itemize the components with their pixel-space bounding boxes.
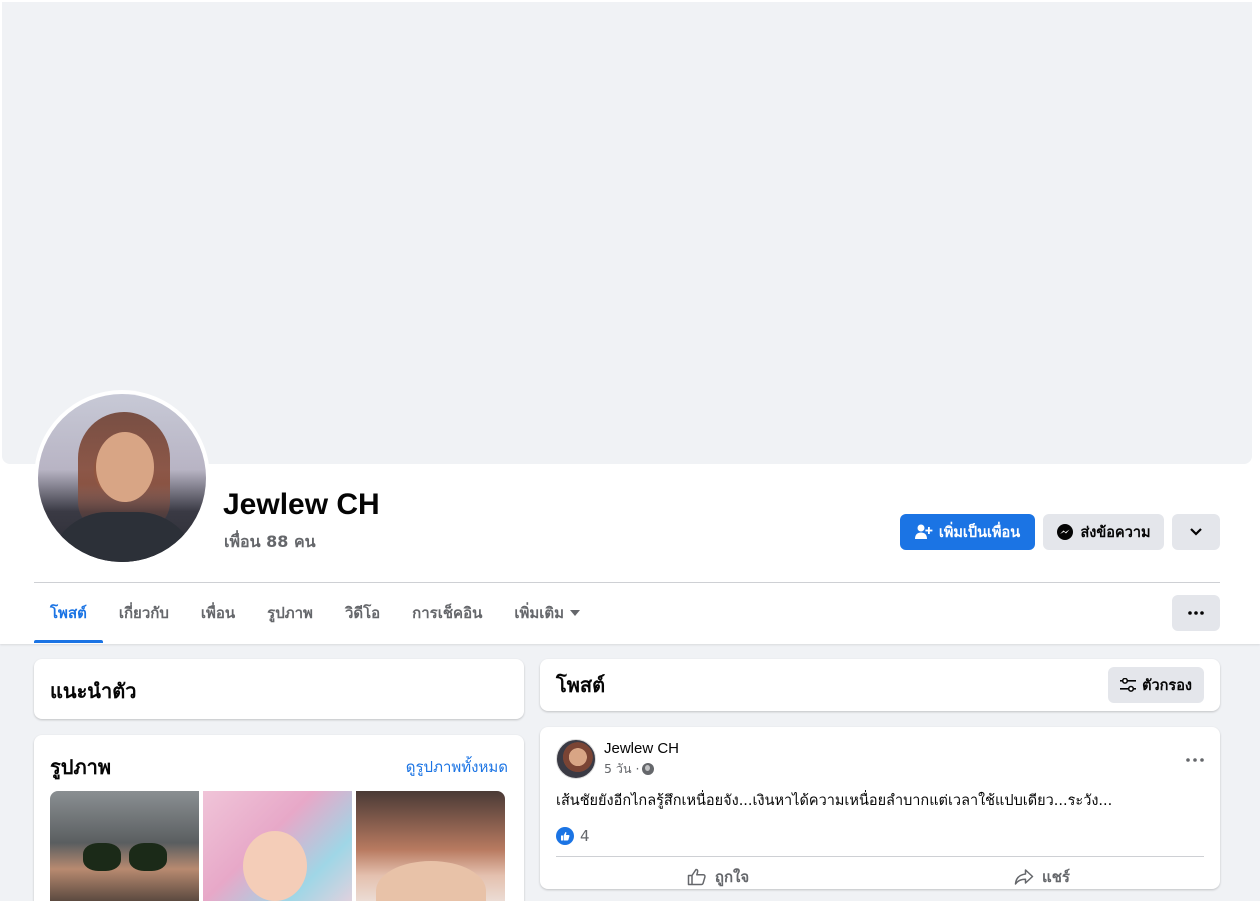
intro-card: แนะนำตัว bbox=[34, 659, 524, 719]
reaction-count: 4 bbox=[580, 827, 590, 845]
see-all-photos-link[interactable]: ดูรูปภาพทั้งหมด bbox=[406, 755, 508, 779]
more-dots-icon bbox=[1188, 611, 1204, 615]
filter-icon bbox=[1120, 678, 1137, 692]
post-reactions[interactable]: 4 bbox=[556, 826, 1204, 846]
message-button[interactable]: ส่งข้อความ bbox=[1043, 514, 1164, 550]
tab-posts[interactable]: โพสต์ bbox=[34, 583, 103, 643]
like-button[interactable]: ถูกใจ bbox=[556, 857, 880, 897]
tab-checkins[interactable]: การเช็คอิน bbox=[396, 583, 498, 643]
photo-thumbnail[interactable] bbox=[50, 791, 199, 901]
messenger-icon bbox=[1057, 524, 1074, 540]
add-friend-label: เพิ่มเป็นเพื่อน bbox=[938, 524, 1021, 541]
post-options-button[interactable] bbox=[1186, 745, 1204, 765]
posts-title: โพสต์ bbox=[556, 673, 606, 697]
message-label: ส่งข้อความ bbox=[1080, 524, 1151, 541]
photos-card: รูปภาพ ดูรูปภาพทั้งหมด bbox=[34, 735, 524, 901]
like-label: ถูกใจ bbox=[714, 868, 750, 886]
profile-avatar[interactable] bbox=[34, 390, 210, 566]
profile-name: Jewlew CH bbox=[223, 488, 380, 521]
post-author-name[interactable]: Jewlew CH bbox=[604, 740, 679, 757]
photos-title: รูปภาพ bbox=[50, 755, 112, 779]
post-timestamp[interactable]: 5 วัน · bbox=[604, 759, 639, 779]
more-dots-icon bbox=[1186, 758, 1204, 762]
share-icon bbox=[1014, 869, 1034, 885]
post-card: Jewlew CH 5 วัน · เส้นชัยยังอีกไกลรู้สึก… bbox=[540, 727, 1220, 889]
add-friend-icon bbox=[914, 524, 933, 539]
like-reaction-icon bbox=[556, 827, 574, 845]
tab-videos[interactable]: วิดีโอ bbox=[329, 583, 396, 643]
chevron-down-icon bbox=[1190, 528, 1202, 536]
add-friend-button[interactable]: เพิ่มเป็นเพื่อน bbox=[900, 514, 1035, 550]
tab-about[interactable]: เกี่ยวกับ bbox=[103, 583, 185, 643]
profile-picture bbox=[38, 394, 206, 562]
posts-header-card: โพสต์ ตัวกรอง bbox=[540, 659, 1220, 711]
filter-button[interactable]: ตัวกรอง bbox=[1108, 667, 1204, 703]
share-label: แชร์ bbox=[1042, 868, 1070, 886]
thumbs-up-icon bbox=[687, 868, 706, 886]
tabs-more-options-button[interactable] bbox=[1172, 595, 1220, 631]
globe-icon bbox=[642, 762, 655, 775]
filter-label: ตัวกรอง bbox=[1142, 677, 1192, 694]
cover-photo[interactable] bbox=[2, 2, 1252, 464]
profile-options-button[interactable] bbox=[1172, 514, 1220, 550]
photo-thumbnail[interactable] bbox=[203, 791, 352, 901]
photo-grid bbox=[50, 791, 505, 901]
tab-friends[interactable]: เพื่อน bbox=[185, 583, 251, 643]
tab-more[interactable]: เพิ่มเติม bbox=[498, 583, 596, 643]
friend-count[interactable]: เพื่อน 88 คน bbox=[224, 530, 316, 555]
photo-thumbnail[interactable] bbox=[356, 791, 505, 901]
share-button[interactable]: แชร์ bbox=[880, 857, 1204, 897]
profile-tabs: โพสต์ เกี่ยวกับ เพื่อน รูปภาพ วิดีโอ การ… bbox=[34, 583, 596, 643]
tab-photos[interactable]: รูปภาพ bbox=[251, 583, 329, 643]
profile-header: Jewlew CH เพื่อน 88 คน เพิ่มเป็นเพื่อน ส… bbox=[0, 0, 1260, 644]
post-author-avatar[interactable] bbox=[556, 739, 596, 779]
post-text: เส้นชัยยังอีกไกลรู้สึกเหนื่อยจัง...เงินห… bbox=[556, 793, 1113, 809]
caret-down-icon bbox=[570, 610, 581, 616]
intro-title: แนะนำตัว bbox=[50, 679, 137, 703]
